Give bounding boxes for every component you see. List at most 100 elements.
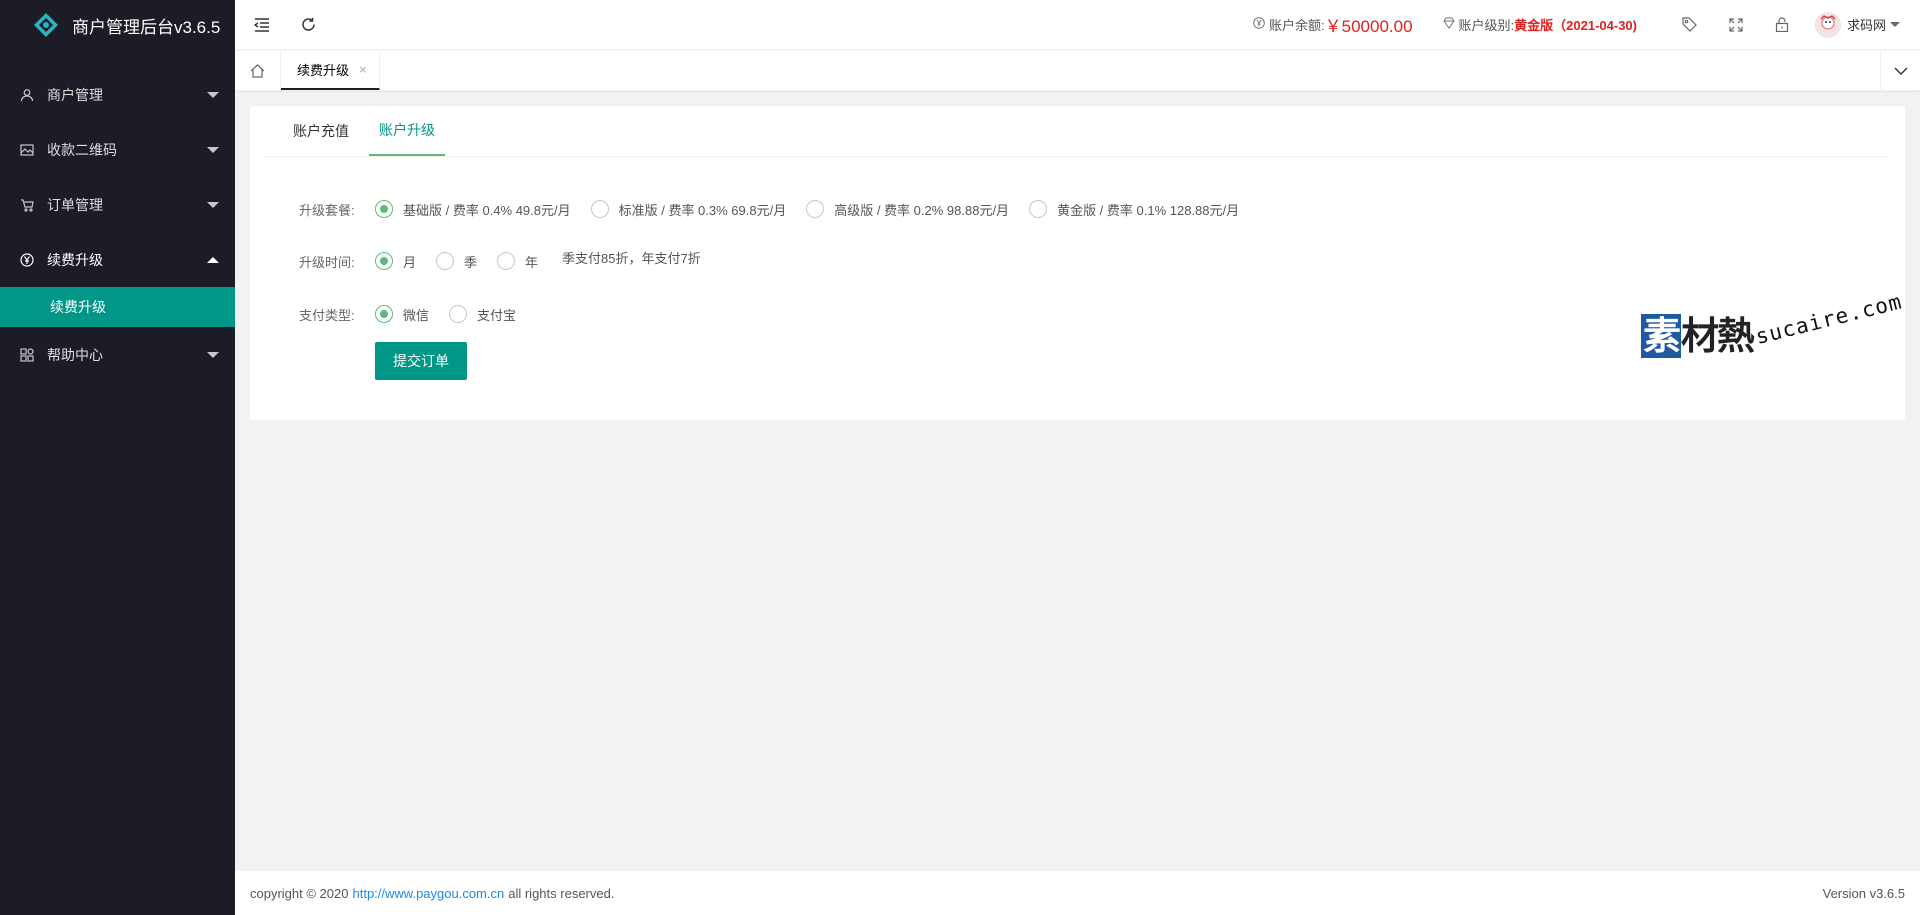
sidebar-subitem-renewal-upgrade[interactable]: 续费升级 bbox=[0, 287, 235, 327]
lock-icon bbox=[1775, 17, 1789, 32]
package-radio-standard[interactable]: 标准版 / 费率 0.3% 69.8元/月 bbox=[590, 200, 787, 219]
time-radio-quarter[interactable]: 季 bbox=[436, 252, 477, 271]
logo-icon bbox=[34, 13, 58, 37]
caret-down-icon bbox=[1890, 22, 1900, 27]
pay-radio-wechat[interactable]: 微信 bbox=[375, 305, 429, 324]
tab-label: 续费升级 bbox=[297, 63, 350, 78]
card-tabs: 账户充值 账户升级 bbox=[265, 106, 1890, 157]
sidebar-item-merchant[interactable]: 商户管理 bbox=[0, 67, 235, 122]
package-radio-basic[interactable]: 基础版 / 费率 0.4% 49.8元/月 bbox=[375, 200, 571, 219]
tag-button[interactable] bbox=[1667, 0, 1713, 50]
copyright-suffix: all rights reserved. bbox=[508, 885, 615, 901]
radio-circle bbox=[375, 305, 393, 323]
radio-circle bbox=[375, 252, 393, 270]
radio-label: 微信 bbox=[403, 307, 430, 323]
app-title: 商户管理后台v3.6.5 bbox=[72, 17, 221, 37]
app-logo[interactable]: 商户管理后台v3.6.5 bbox=[0, 0, 235, 50]
balance-value: ￥50000.00 bbox=[1324, 17, 1413, 36]
menu-fold-icon bbox=[254, 17, 269, 32]
radio-label: 月 bbox=[403, 254, 417, 270]
page-tabs: 续费升级 × bbox=[235, 51, 1920, 91]
radio-circle bbox=[806, 200, 825, 218]
tab-account-upgrade[interactable]: 账户升级 bbox=[369, 105, 445, 156]
lock-screen-button[interactable] bbox=[1759, 0, 1805, 50]
sidebar-item-renewal[interactable]: 续费升级 bbox=[0, 232, 235, 287]
package-radio-gold[interactable]: 黄金版 / 费率 0.1% 128.88元/月 bbox=[1029, 200, 1239, 219]
tabs-dropdown-button[interactable] bbox=[1880, 51, 1920, 90]
discount-hint: 季支付85折，年支付7折 bbox=[562, 250, 701, 266]
watermark-logo: 素材熱 sucaire.com bbox=[1641, 289, 1905, 371]
image-icon bbox=[20, 143, 34, 157]
chevron-up-icon bbox=[207, 256, 219, 263]
level-value: 黄金版（2021-04-30) bbox=[1514, 18, 1637, 33]
tab-account-recharge[interactable]: 账户充值 bbox=[283, 105, 359, 156]
radio-circle bbox=[449, 305, 468, 323]
user-icon bbox=[20, 88, 34, 102]
radio-label: 季 bbox=[464, 254, 478, 270]
cart-icon bbox=[20, 198, 34, 212]
sidebar-item-orders[interactable]: 订单管理 bbox=[0, 177, 235, 232]
sidebar-item-qrcode[interactable]: 收款二维码 bbox=[0, 122, 235, 177]
submit-order-button[interactable]: 提交订单 bbox=[375, 342, 467, 380]
pay-radio-alipay[interactable]: 支付宝 bbox=[449, 305, 516, 324]
radio-circle bbox=[497, 252, 516, 270]
sidebar-item-label: 订单管理 bbox=[47, 196, 103, 213]
watermark-cn: 素材熱 bbox=[1641, 305, 1755, 360]
balance-label: 账户余额: bbox=[1269, 18, 1325, 33]
sidebar: 商户管理后台v3.6.5 商户管理 收款二维码 订单管理 续费升级 续费升级 帮… bbox=[0, 0, 235, 915]
package-row: 升级套餐: 基础版 / 费率 0.4% 49.8元/月 标准版 / 费率 0.3… bbox=[299, 197, 1905, 221]
radio-label: 高级版 / 费率 0.2% 98.88元/月 bbox=[834, 202, 1010, 218]
time-radio-year[interactable]: 年 bbox=[497, 252, 538, 271]
user-menu[interactable]: 求码网 bbox=[1805, 11, 1920, 38]
radio-label: 年 bbox=[525, 254, 539, 270]
sidebar-item-label: 收款二维码 bbox=[47, 141, 117, 158]
diamond-icon bbox=[1442, 17, 1455, 32]
package-radio-advanced[interactable]: 高级版 / 费率 0.2% 98.88元/月 bbox=[806, 200, 1009, 219]
tab-renewal-upgrade[interactable]: 续费升级 × bbox=[281, 51, 380, 90]
radio-circle bbox=[590, 200, 609, 218]
time-radio-month[interactable]: 月 bbox=[375, 252, 416, 271]
close-icon[interactable]: × bbox=[359, 62, 367, 77]
chevron-down-icon bbox=[1894, 67, 1907, 75]
radio-label: 标准版 / 费率 0.3% 69.8元/月 bbox=[618, 202, 787, 218]
yen-circle-icon bbox=[20, 252, 34, 267]
watermark-cn-rest: 材熱 bbox=[1681, 314, 1755, 358]
time-label: 升级时间: bbox=[299, 254, 355, 270]
balance-info: 账户余额: ￥50000.00 bbox=[1253, 12, 1413, 37]
chevron-down-icon bbox=[207, 351, 219, 358]
sidebar-subitem-label: 续费升级 bbox=[50, 299, 106, 315]
radio-label: 基础版 / 费率 0.4% 49.8元/月 bbox=[403, 202, 571, 218]
collapse-menu-button[interactable] bbox=[239, 0, 285, 50]
sidebar-item-label: 商户管理 bbox=[47, 86, 103, 103]
level-label: 账户级别: bbox=[1458, 18, 1515, 33]
radio-circle bbox=[375, 200, 393, 218]
apps-icon bbox=[20, 347, 34, 362]
upgrade-card: 账户充值 账户升级 升级套餐: 基础版 / 费率 0.4% 49.8元/月 标准… bbox=[250, 106, 1905, 420]
yen-icon bbox=[1253, 17, 1265, 32]
version-text: Version v3.6.5 bbox=[1822, 885, 1905, 901]
header-right: 账户余额: ￥50000.00 账户级别: 黄金版（2021-04-30) 求码… bbox=[1253, 0, 1920, 50]
avatar bbox=[1814, 11, 1841, 38]
chevron-down-icon bbox=[207, 201, 219, 208]
level-info: 账户级别: 黄金版（2021-04-30) bbox=[1442, 15, 1637, 34]
sidebar-item-label: 续费升级 bbox=[47, 251, 103, 268]
chevron-down-icon bbox=[207, 146, 219, 153]
copyright-prefix: copyright © 2020 bbox=[250, 885, 349, 901]
sidebar-item-help[interactable]: 帮助中心 bbox=[0, 327, 235, 382]
fullscreen-button[interactable] bbox=[1713, 0, 1759, 50]
sidebar-nav: 商户管理 收款二维码 订单管理 续费升级 续费升级 帮助中心 bbox=[0, 67, 235, 382]
footer: copyright © 2020 http://www.paygou.com.c… bbox=[235, 871, 1920, 915]
radio-circle bbox=[1029, 200, 1048, 218]
top-header: 账户余额: ￥50000.00 账户级别: 黄金版（2021-04-30) 求码… bbox=[235, 0, 1920, 50]
sidebar-item-label: 帮助中心 bbox=[47, 346, 103, 363]
chevron-down-icon bbox=[207, 91, 219, 98]
radio-label: 黄金版 / 费率 0.1% 128.88元/月 bbox=[1057, 202, 1240, 218]
pay-type-label: 支付类型: bbox=[299, 307, 355, 323]
watermark-cn-first: 素 bbox=[1641, 314, 1681, 358]
home-tab[interactable] bbox=[235, 51, 281, 90]
refresh-button[interactable] bbox=[285, 0, 331, 50]
footer-link[interactable]: http://www.paygou.com.cn bbox=[352, 886, 504, 901]
fullscreen-icon bbox=[1729, 17, 1743, 32]
radio-circle bbox=[436, 252, 455, 270]
radio-label: 支付宝 bbox=[477, 307, 517, 323]
